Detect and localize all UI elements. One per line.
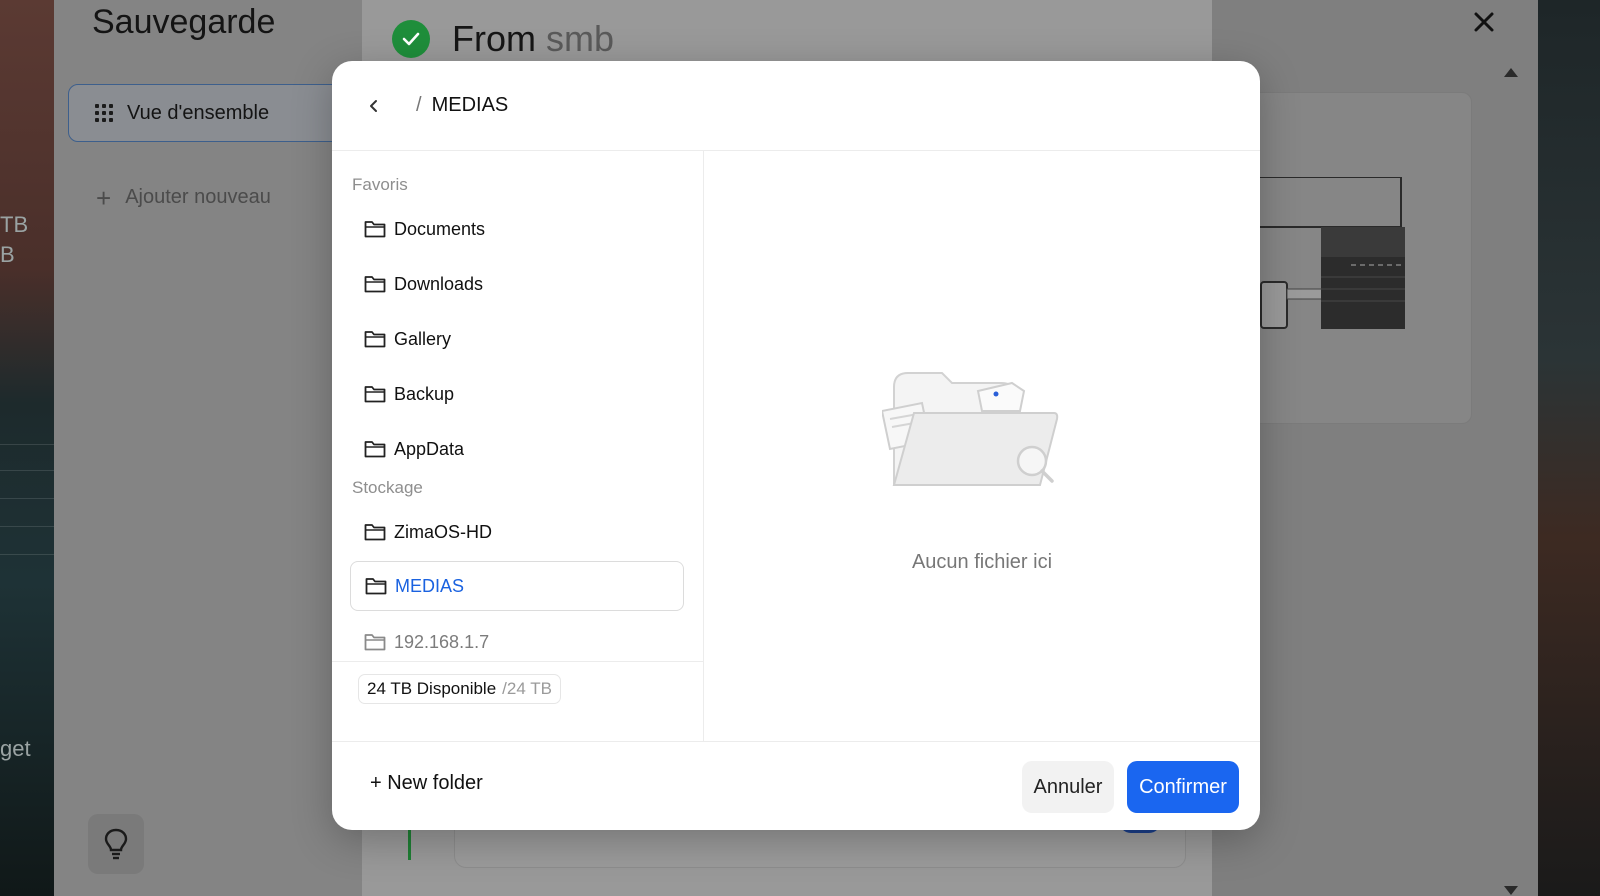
desktop-fragment-text: TB bbox=[0, 212, 29, 237]
divider bbox=[0, 498, 54, 499]
folder-icon bbox=[364, 524, 386, 541]
scroll-up-arrow[interactable] bbox=[1504, 68, 1518, 77]
dialog-header: / MEDIAS bbox=[332, 61, 1260, 151]
favorite-item-appdata[interactable]: AppData bbox=[350, 424, 684, 474]
lightbulb-icon bbox=[104, 828, 128, 860]
folder-label: 192.168.1.7 bbox=[394, 631, 490, 652]
storage-total: /24 TB bbox=[502, 679, 552, 698]
close-icon[interactable] bbox=[1470, 8, 1498, 36]
tips-button[interactable] bbox=[88, 814, 144, 874]
storage-item-network-share[interactable]: 192.168.1.7 bbox=[350, 617, 684, 667]
scroll-down-arrow[interactable] bbox=[1504, 886, 1518, 895]
folder-label: AppData bbox=[394, 438, 465, 459]
folder-icon bbox=[364, 221, 386, 238]
app-sidebar: Sauvegarde Vue d'ensemble + Ajouter nouv… bbox=[54, 0, 368, 896]
desktop-background-left: TB B get bbox=[0, 0, 54, 896]
folder-icon bbox=[364, 386, 386, 403]
breadcrumb-separator: / bbox=[416, 94, 422, 116]
divider bbox=[0, 444, 54, 445]
location-sidebar: Favoris Documents Downloads Gallery Back… bbox=[332, 151, 704, 741]
nav-overview-label: Vue d'ensemble bbox=[127, 101, 270, 124]
folder-picker-dialog: / MEDIAS Favoris Documents Downloads Gal… bbox=[332, 61, 1260, 830]
folder-icon bbox=[364, 276, 386, 293]
favorite-item-gallery[interactable]: Gallery bbox=[350, 314, 684, 364]
chevron-left-icon bbox=[370, 99, 377, 112]
device-preview-card bbox=[1250, 92, 1472, 424]
folder-label: ZimaOS-HD bbox=[394, 521, 492, 542]
divider bbox=[0, 554, 54, 555]
folder-icon bbox=[364, 331, 386, 348]
folder-label: Backup bbox=[394, 383, 455, 404]
favorite-item-backup[interactable]: Backup bbox=[350, 369, 684, 419]
plus-icon: + bbox=[96, 182, 112, 213]
favorite-item-documents[interactable]: Documents bbox=[350, 204, 684, 254]
storage-capacity-badge: 24 TB Disponible /24 TB bbox=[358, 674, 561, 704]
desktop-fragment-text: B bbox=[0, 242, 15, 267]
dialog-footer: + New folder Annuler Confirmer bbox=[332, 741, 1260, 830]
storage-capacity-area: 24 TB Disponible /24 TB bbox=[332, 661, 704, 741]
nav-overview-button[interactable]: Vue d'ensemble bbox=[68, 84, 368, 142]
empty-state-message: Aucun fichier ici bbox=[911, 551, 1053, 573]
storage-item-medias[interactable]: MEDIAS bbox=[350, 561, 684, 611]
divider bbox=[0, 526, 54, 527]
confirm-button[interactable]: Confirmer bbox=[1127, 761, 1239, 813]
storage-section-label: Stockage bbox=[352, 478, 423, 497]
back-button[interactable] bbox=[362, 94, 386, 118]
divider bbox=[0, 470, 54, 471]
check-icon bbox=[392, 20, 430, 58]
folder-content-area: Aucun fichier ici bbox=[704, 151, 1260, 741]
breadcrumb-current: MEDIAS bbox=[431, 94, 509, 116]
desktop-background-right bbox=[1538, 0, 1600, 896]
favorite-item-downloads[interactable]: Downloads bbox=[350, 259, 684, 309]
cancel-button[interactable]: Annuler bbox=[1022, 761, 1114, 813]
favorites-section-label: Favoris bbox=[352, 175, 408, 194]
storage-item-zimaos-hd[interactable]: ZimaOS-HD bbox=[350, 507, 684, 557]
device-illustration bbox=[1251, 177, 1405, 329]
add-new-label: Ajouter nouveau bbox=[125, 186, 271, 208]
main-title-prefix: From bbox=[452, 18, 536, 59]
folder-icon bbox=[364, 441, 386, 458]
folder-label: Downloads bbox=[394, 273, 484, 294]
storage-available: 24 TB Disponible bbox=[367, 679, 497, 698]
folder-icon bbox=[365, 578, 387, 595]
main-header: From smb bbox=[392, 18, 614, 60]
app-title: Sauvegarde bbox=[92, 3, 276, 41]
new-folder-button[interactable]: + New folder bbox=[370, 772, 483, 795]
folder-icon bbox=[364, 634, 386, 651]
empty-folder-illustration bbox=[882, 372, 1059, 486]
grid-icon bbox=[95, 104, 113, 122]
add-new-button[interactable]: + Ajouter nouveau bbox=[96, 182, 271, 213]
folder-label: MEDIAS bbox=[395, 575, 465, 596]
folder-label: Gallery bbox=[394, 328, 452, 349]
folder-label: Documents bbox=[394, 218, 486, 239]
main-title: From smb bbox=[452, 18, 614, 60]
desktop-fragment-text: get bbox=[0, 736, 31, 761]
main-title-source: smb bbox=[546, 18, 615, 59]
